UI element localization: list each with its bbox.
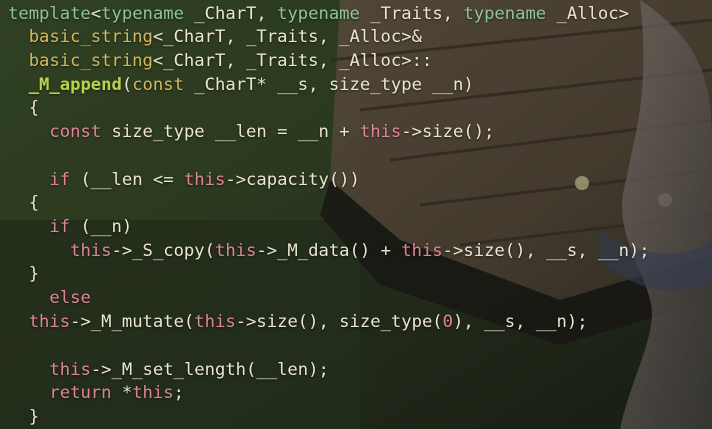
- code-token: _CharT,: [183, 4, 278, 24]
- code-token: this: [401, 241, 443, 261]
- code-token: ->capacity()): [225, 170, 360, 190]
- code-token: else: [49, 288, 91, 308]
- code-line: if (__len <= this->capacity()): [8, 170, 360, 190]
- code-editor[interactable]: template<typename _CharT, typename _Trai…: [0, 0, 712, 429]
- code-token: {: [8, 193, 40, 213]
- code-line: basic_string<_CharT, _Traits, _Alloc>&: [8, 27, 422, 47]
- code-token: *: [111, 383, 133, 403]
- code-line: this->_M_set_length(__len);: [8, 360, 329, 380]
- code-token: typename: [277, 4, 360, 24]
- code-token: (: [121, 75, 133, 95]
- code-line: }: [8, 264, 39, 284]
- code-token: this: [359, 122, 402, 142]
- code-line: {: [8, 193, 39, 213]
- code-token: this: [183, 170, 226, 190]
- code-line: this->_S_copy(this->_M_data() + this->si…: [8, 241, 650, 261]
- code-token: (__len <=: [70, 170, 184, 190]
- code-line: this->_M_mutate(this->size(), size_type(…: [8, 312, 588, 332]
- code-line: }: [8, 407, 39, 427]
- code-line: basic_string<_CharT, _Traits, _Alloc>::: [8, 51, 433, 71]
- code-token: size_type __len = __n +: [101, 122, 360, 142]
- code-token: _Traits,: [359, 4, 464, 24]
- code-token: ->size(), size_type(: [235, 312, 443, 332]
- code-line: if (__n): [8, 217, 132, 237]
- code-token: <_CharT, _Traits, _Alloc>::: [152, 51, 433, 71]
- code-token: <_CharT, _Traits, _Alloc>&: [152, 27, 422, 47]
- code-token: typename: [101, 4, 184, 24]
- code-token: (__n): [70, 217, 133, 237]
- code-token: ->_M_data() +: [256, 241, 402, 261]
- code-token: if: [49, 170, 71, 190]
- code-line: else: [8, 288, 91, 308]
- code-line: return *this;: [8, 383, 184, 403]
- code-token: this: [49, 360, 91, 380]
- code-token: 0: [442, 312, 454, 332]
- code-line: {: [8, 98, 39, 118]
- code-token: _CharT* __s, size_type __n): [183, 75, 474, 95]
- code-token: <: [90, 4, 102, 24]
- code-token: ->size();: [401, 122, 495, 142]
- code-token: ->size(), __s, __n);: [442, 241, 650, 261]
- code-token: ->_S_copy(: [111, 241, 215, 261]
- code-token: this: [132, 383, 174, 403]
- code-token: _M_append: [28, 75, 122, 95]
- code-token: {: [8, 98, 40, 118]
- code-token: this: [28, 312, 71, 332]
- code-token: ), __s, __n);: [453, 312, 588, 332]
- code-token: _Alloc>: [546, 4, 629, 24]
- code-token: this: [194, 312, 236, 332]
- code-token: typename: [463, 4, 547, 24]
- code-token: template: [8, 4, 91, 24]
- code-token: return: [49, 383, 112, 403]
- code-token: basic_string: [28, 51, 153, 71]
- code-token: }: [8, 264, 40, 284]
- code-token: ->_M_set_length(__len);: [90, 360, 329, 380]
- code-token: this: [214, 241, 257, 261]
- code-token: const: [132, 75, 184, 95]
- code-token: const: [49, 122, 102, 142]
- code-token: }: [8, 407, 40, 427]
- code-token: ->_M_mutate(: [70, 312, 195, 332]
- code-token: ;: [173, 383, 184, 403]
- code-line: const size_type __len = __n + this->size…: [8, 122, 494, 142]
- code-token: basic_string: [28, 27, 153, 47]
- code-line: _M_append(const _CharT* __s, size_type _…: [8, 75, 474, 95]
- code-token: this: [70, 241, 112, 261]
- code-token: if: [49, 217, 71, 237]
- code-line: template<typename _CharT, typename _Trai…: [8, 4, 629, 24]
